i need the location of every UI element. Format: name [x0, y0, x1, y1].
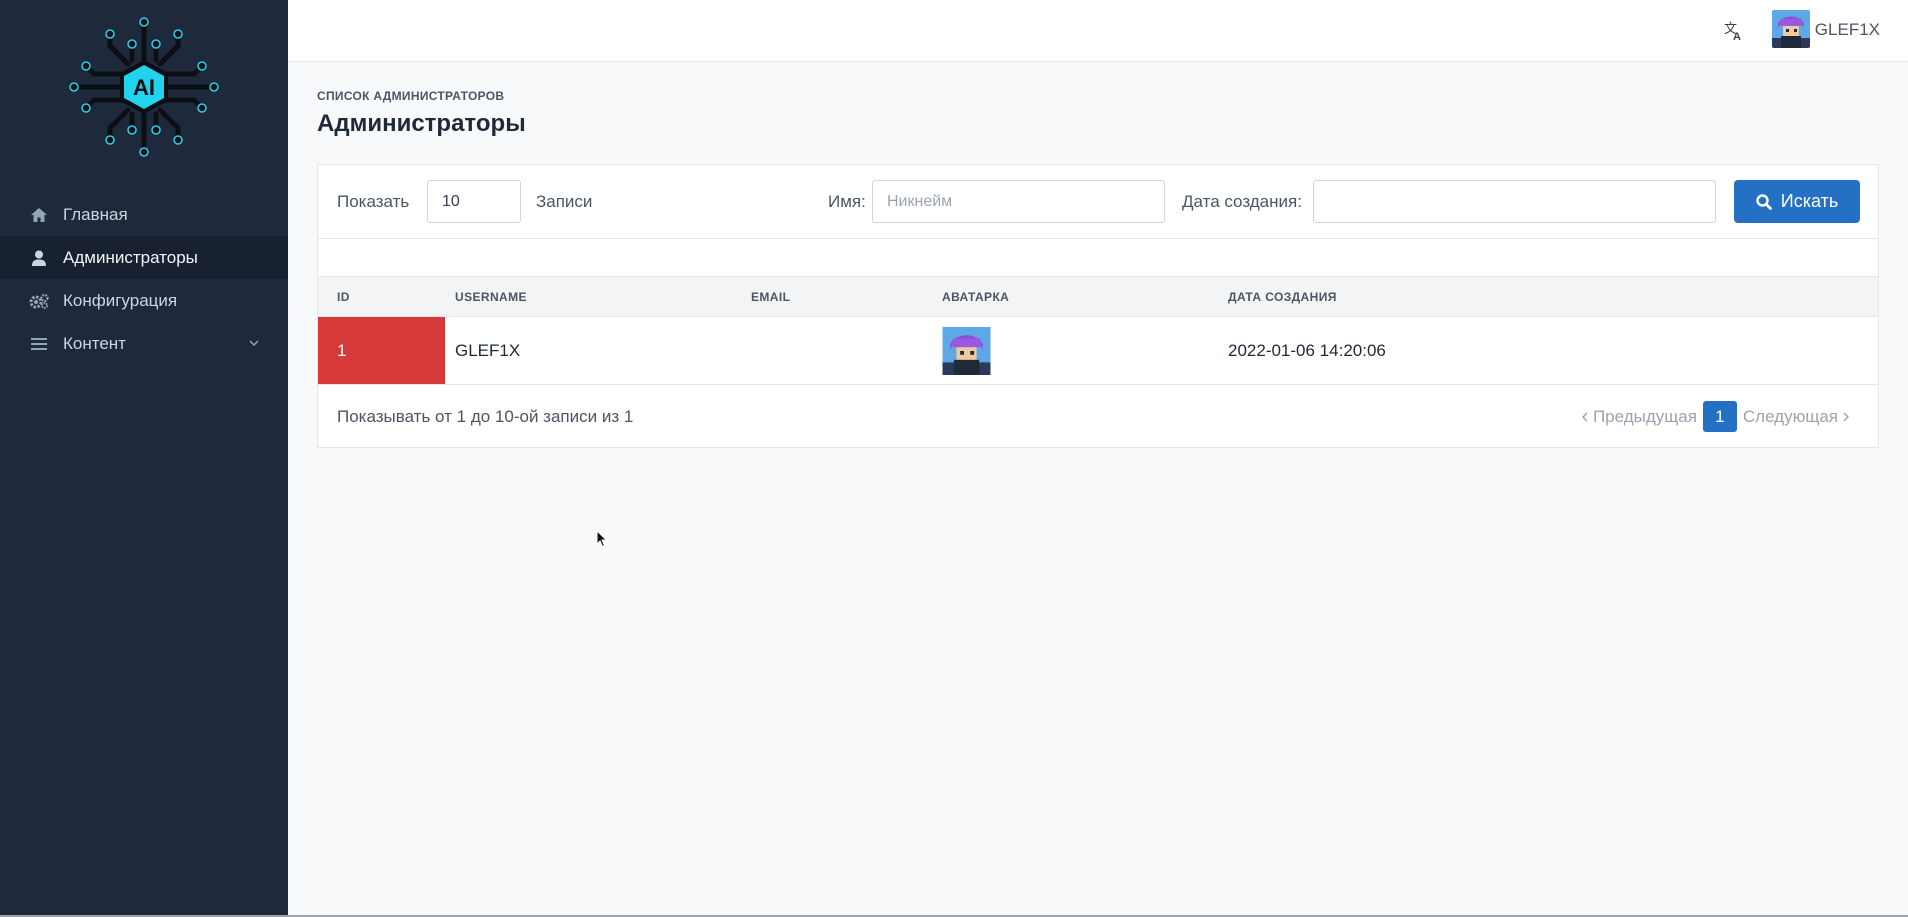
admins-table: ID USERNAME EMAIL АВАТАРКА ДАТА СОЗДАНИЯ…: [318, 276, 1878, 385]
chevron-left-icon: [1581, 412, 1588, 421]
next-page-label: Следующая: [1742, 406, 1838, 426]
chevron-down-icon[interactable]: [248, 337, 260, 349]
top-header: 文 A GLEF1X: [288, 0, 1908, 62]
admins-table-wrap: ID USERNAME EMAIL АВАТАРКА ДАТА СОЗДАНИЯ…: [318, 276, 1878, 385]
gears-icon: [29, 291, 49, 311]
page-title: Администраторы: [317, 110, 526, 137]
sidebar-nav: Главная Администраторы Конфигурация Конт…: [0, 193, 288, 365]
sidebar-item-label: Контент: [63, 333, 126, 353]
sidebar-item-config[interactable]: Конфигурация: [0, 279, 288, 322]
filters-bar: Показать Записи Имя: Дата создания: Иска…: [318, 165, 1878, 239]
prev-page-label: Предыдущая: [1592, 406, 1697, 426]
logo-text: AI: [133, 75, 155, 100]
pagination: Предыдущая 1 Следующая: [1579, 401, 1852, 432]
breadcrumb: СПИСОК АДМИНИСТРАТОРОВ: [317, 89, 505, 103]
username-label[interactable]: GLEF1X: [1815, 20, 1880, 40]
logo-icon[interactable]: AI: [68, 14, 220, 160]
table-header-row: ID USERNAME EMAIL АВАТАРКА ДАТА СОЗДАНИЯ: [318, 276, 1878, 317]
cell-username: GLEF1X: [455, 340, 521, 360]
column-header-id[interactable]: ID: [318, 277, 445, 317]
cell-id: 1: [318, 316, 445, 385]
sidebar-item-label: Конфигурация: [63, 290, 178, 310]
avatar-image[interactable]: [942, 326, 991, 375]
date-created-input[interactable]: [1313, 180, 1716, 223]
bars-icon: [29, 334, 49, 354]
records-label: Записи: [536, 192, 593, 211]
cell-created: 2022-01-06 14:20:06: [1228, 340, 1386, 360]
sidebar-item-label: Администраторы: [63, 247, 198, 267]
cell-avatar: [932, 317, 1218, 385]
search-button-label: Искать: [1780, 191, 1839, 211]
current-page-button[interactable]: 1: [1702, 401, 1737, 432]
user-icon: [29, 248, 49, 268]
page-size-input[interactable]: [427, 180, 521, 223]
svg-text:A: A: [1733, 31, 1741, 42]
cell-email: [741, 317, 932, 385]
search-icon: [1756, 193, 1772, 210]
date-label: Дата создания:: [1182, 192, 1302, 211]
name-label: Имя:: [828, 192, 866, 211]
home-icon: [29, 205, 49, 225]
table-info: Показывать от 1 до 10-ой записи из 1: [337, 407, 634, 426]
mouse-cursor-icon: [596, 530, 608, 548]
show-label: Показать: [337, 192, 410, 211]
translate-icon[interactable]: 文 A: [1723, 20, 1745, 42]
name-search-input[interactable]: [872, 180, 1165, 223]
sidebar: AI Главная Администраторы Конфигурация К…: [0, 0, 288, 917]
admins-card: Показать Записи Имя: Дата создания: Иска…: [317, 164, 1879, 448]
search-button[interactable]: Искать: [1734, 180, 1860, 223]
sidebar-item-admins[interactable]: Администраторы: [0, 236, 288, 279]
column-header-avatar[interactable]: АВАТАРКА: [932, 277, 1218, 317]
user-avatar[interactable]: [1772, 10, 1810, 48]
sidebar-item-label: Главная: [63, 204, 128, 224]
prev-page-button[interactable]: Предыдущая: [1579, 407, 1697, 427]
next-page-button[interactable]: Следующая: [1743, 407, 1852, 427]
sidebar-item-content[interactable]: Контент: [0, 322, 288, 365]
column-header-email[interactable]: EMAIL: [741, 277, 932, 317]
column-header-username[interactable]: USERNAME: [445, 277, 741, 317]
column-header-created[interactable]: ДАТА СОЗДАНИЯ: [1218, 277, 1878, 317]
table-row[interactable]: 1 GLEF1X 2022-01-06 14:20:06: [318, 316, 1878, 385]
chevron-right-icon: [1843, 412, 1849, 421]
sidebar-item-home[interactable]: Главная: [0, 193, 288, 236]
